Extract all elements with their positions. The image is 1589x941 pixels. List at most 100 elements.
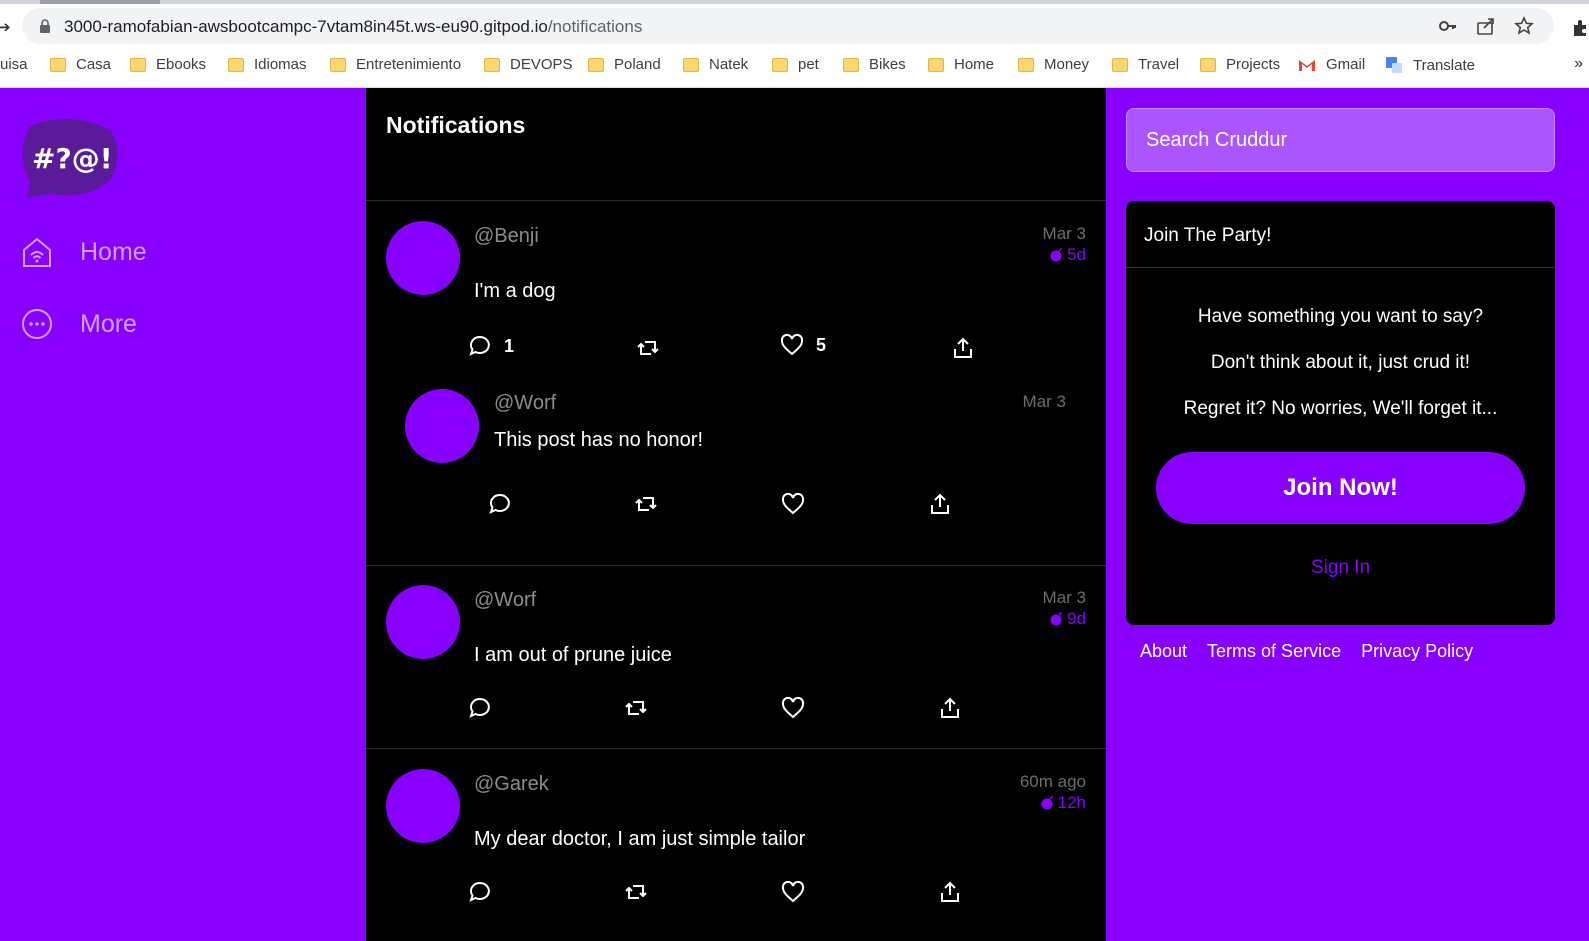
privacy-link[interactable]: Privacy Policy (1361, 641, 1473, 662)
folder-icon (130, 57, 146, 72)
repost-button[interactable] (634, 492, 658, 516)
bookmark-item[interactable]: Home (928, 56, 994, 73)
bookmarks-overflow-icon[interactable]: » (1574, 55, 1583, 73)
divider (366, 565, 1106, 566)
repost-button[interactable] (624, 880, 648, 904)
avatar[interactable] (386, 769, 460, 843)
bookmark-item[interactable]: Money (1018, 56, 1089, 73)
sidebar-item-more[interactable]: More (20, 307, 137, 341)
search-input[interactable] (1126, 108, 1555, 172)
party-text: Have something you want to say? (1197, 306, 1484, 327)
terms-link[interactable]: Terms of Service (1207, 641, 1341, 662)
cruddur-app: #?@! Home More Notifications @Benji Mar … (0, 88, 1589, 941)
reply-button[interactable] (468, 880, 492, 904)
bookmark-item[interactable]: Projects (1200, 56, 1280, 73)
back-arrow-icon[interactable]: ➔ (0, 18, 11, 36)
bookmark-item[interactable]: Bikes (843, 56, 906, 73)
bookmark-item[interactable]: Entretenimiento (330, 56, 461, 73)
url-text: 3000-ramofabian-awsbootcampc-7vtam8in45t… (64, 17, 643, 36)
sign-in-link[interactable]: Sign In (1126, 557, 1555, 579)
post-time: Mar 3 (1042, 224, 1086, 243)
share-button[interactable] (951, 336, 975, 360)
sidebar-item-home[interactable]: Home (20, 235, 147, 269)
bookmark-item[interactable]: Gmail (1298, 56, 1365, 73)
avatar[interactable] (386, 221, 460, 295)
divider (366, 748, 1106, 749)
reply-button[interactable] (468, 696, 492, 720)
bookmark-item[interactable]: pet (772, 56, 819, 73)
expiry-badge: 12h (1041, 793, 1086, 813)
share-icon (954, 337, 972, 358)
post-time: Mar 3 (1022, 392, 1066, 411)
card-title: Join The Party! (1144, 225, 1272, 246)
gmail-icon (1299, 59, 1315, 71)
share-button[interactable] (938, 880, 962, 904)
like-button[interactable]: 5 (780, 333, 826, 357)
cruddur-logo[interactable]: #?@! (20, 116, 120, 198)
party-text: Regret it? No worries, We'll forget it..… (1183, 398, 1498, 419)
sidebar-item-label: Home (80, 237, 147, 266)
expiry-badge: 5d (1050, 245, 1086, 265)
post-handle[interactable]: @Garek (474, 773, 549, 796)
like-button[interactable] (781, 696, 805, 720)
bookmark-item[interactable]: Idiomas (228, 56, 307, 73)
repost-button[interactable] (636, 336, 660, 360)
share-icon (931, 493, 949, 514)
join-now-button[interactable]: Join Now! (1156, 452, 1525, 524)
reply-button[interactable]: 1 (468, 334, 514, 358)
share-icon (941, 881, 959, 902)
share-icon (941, 697, 959, 718)
folder-icon (484, 57, 500, 72)
bomb-icon (1041, 796, 1054, 810)
bookmark-item[interactable]: Travel (1112, 56, 1179, 73)
logo-text: #?@! (32, 142, 112, 175)
heart-icon (781, 696, 805, 719)
post-handle[interactable]: @Benji (474, 225, 539, 248)
avatar[interactable] (405, 389, 479, 463)
bomb-icon (1050, 612, 1063, 626)
lock-icon (40, 19, 50, 33)
reply-icon (469, 335, 490, 356)
extensions-icon[interactable] (1571, 19, 1589, 37)
key-icon[interactable] (1438, 16, 1458, 36)
bookmark-item[interactable]: Casa (50, 56, 111, 73)
page-title: Notifications (386, 112, 526, 138)
folder-icon (928, 57, 944, 72)
sidebar: #?@! Home More (0, 88, 366, 941)
footer-links: About Terms of Service Privacy Policy (1140, 641, 1473, 662)
bookmark-item[interactable]: DEVOPS (484, 56, 573, 73)
about-link[interactable]: About (1140, 641, 1187, 662)
reply-icon (469, 697, 490, 718)
reply-icon (469, 881, 490, 902)
repost-button[interactable] (624, 696, 648, 720)
post-message: I'm a dog (474, 280, 556, 302)
repost-icon (635, 497, 657, 511)
folder-icon (1018, 57, 1034, 72)
post-message: My dear doctor, I am just simple tailor (474, 828, 806, 850)
bomb-icon (1050, 248, 1063, 262)
folder-icon (843, 57, 859, 72)
divider (1126, 267, 1555, 268)
folder-icon (1112, 57, 1128, 72)
browser-toolbar: ➔ 3000-ramofabian-awsbootcampc-7vtam8in4… (0, 4, 1589, 47)
like-button[interactable] (781, 492, 805, 516)
like-button[interactable] (781, 880, 805, 904)
address-bar[interactable]: 3000-ramofabian-awsbootcampc-7vtam8in45t… (22, 8, 1554, 44)
post-handle[interactable]: @Worf (474, 589, 536, 612)
post-handle[interactable]: @Worf (494, 392, 556, 415)
share-icon[interactable] (1476, 16, 1496, 36)
reply-button[interactable] (488, 492, 512, 516)
heart-icon (781, 880, 805, 903)
bookmark-item[interactable]: Natek (683, 56, 748, 73)
folder-icon (683, 57, 699, 72)
star-icon[interactable] (1514, 16, 1534, 36)
bookmark-item[interactable]: Translate (1385, 56, 1475, 74)
avatar[interactable] (386, 585, 460, 659)
share-button[interactable] (938, 696, 962, 720)
share-button[interactable] (928, 492, 952, 516)
bookmark-item[interactable]: uisa (0, 56, 28, 73)
repost-icon (625, 885, 647, 899)
bookmark-item[interactable]: Ebooks (130, 56, 206, 73)
bookmark-item[interactable]: Poland (588, 56, 661, 73)
repost-icon (625, 701, 647, 715)
